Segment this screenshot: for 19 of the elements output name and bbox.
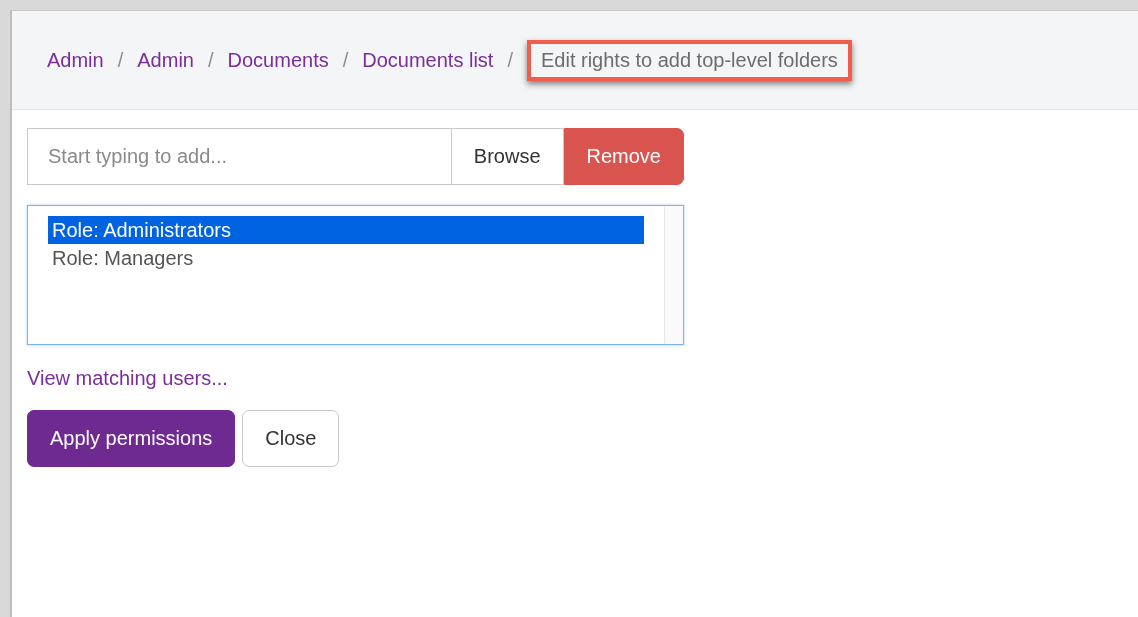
action-button[interactable]: Apply permissions: [27, 410, 236, 467]
group-button[interactable]: Browse: [450, 128, 564, 185]
breadcrumb-separator: /: [342, 48, 349, 72]
breadcrumb-separator: /: [117, 48, 124, 72]
list-option[interactable]: Role: Managers: [48, 244, 644, 272]
current-breadcrumb: Edit rights to add top-level folders: [526, 39, 852, 81]
group-button[interactable]: Remove: [563, 128, 684, 185]
search-field[interactable]: Start typing to add...: [27, 128, 451, 185]
breadcrumb-link[interactable]: Documents: [227, 48, 329, 72]
breadcrumb-separator: /: [507, 48, 513, 72]
breadcrumb-link[interactable]: Admin: [137, 48, 194, 72]
role-listbox[interactable]: Role: Administrators Role: Managers: [27, 205, 684, 345]
view-users-link[interactable]: View matching users...: [27, 367, 228, 390]
breadcrumb-separator: /: [207, 48, 214, 72]
action-button[interactable]: Close: [242, 410, 340, 467]
list-option[interactable]: Role: Administrators: [48, 216, 644, 244]
breadcrumb-link[interactable]: Documents list: [362, 48, 494, 72]
breadcrumb-link[interactable]: Admin: [47, 48, 104, 72]
scrollbar-track[interactable]: [664, 206, 683, 344]
